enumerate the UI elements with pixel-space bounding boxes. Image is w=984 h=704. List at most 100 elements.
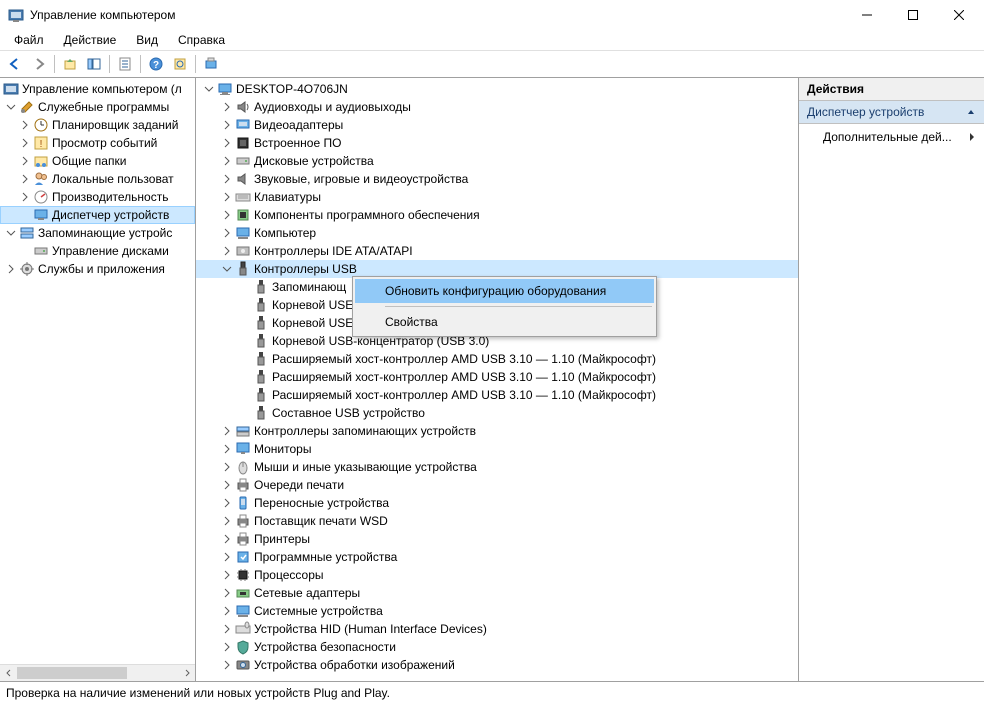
- actions-more[interactable]: Дополнительные дей...: [799, 124, 984, 150]
- device-firmware[interactable]: Встроенное ПО: [196, 134, 798, 152]
- device-sound[interactable]: Звуковые, игровые и видеоустройства: [196, 170, 798, 188]
- scroll-right-button[interactable]: [178, 665, 195, 681]
- console-tree[interactable]: Управление компьютером (л Служебные прог…: [0, 78, 195, 664]
- device-audio[interactable]: Аудиовходы и аудиовыходы: [196, 98, 798, 116]
- device-network[interactable]: Сетевые адаптеры: [196, 584, 798, 602]
- show-hide-tree-button[interactable]: [83, 53, 105, 75]
- tree-device-manager[interactable]: Диспетчер устройств: [0, 206, 195, 224]
- device-video[interactable]: Видеоадаптеры: [196, 116, 798, 134]
- ctx-properties[interactable]: Свойства: [355, 310, 654, 334]
- maximize-button[interactable]: [890, 0, 936, 30]
- device-imaging[interactable]: Устройства обработки изображений: [196, 656, 798, 674]
- device-usb_composite[interactable]: Составное USB устройство: [196, 404, 798, 422]
- refresh-button[interactable]: [169, 53, 191, 75]
- device-software_devices[interactable]: Программные устройства: [196, 548, 798, 566]
- device-printers[interactable]: Принтеры: [196, 530, 798, 548]
- menu-action[interactable]: Действие: [56, 31, 125, 49]
- device-wsd[interactable]: Поставщик печати WSD: [196, 512, 798, 530]
- expand-icon[interactable]: [220, 478, 234, 492]
- menu-view[interactable]: Вид: [128, 31, 166, 49]
- scan-hardware-button[interactable]: [200, 53, 222, 75]
- tree-event-viewer[interactable]: ! Просмотр событий: [0, 134, 195, 152]
- expand-icon[interactable]: [4, 262, 18, 276]
- device-computer_cat[interactable]: Компьютер: [196, 224, 798, 242]
- back-button[interactable]: [4, 53, 26, 75]
- device-disk[interactable]: Дисковые устройства: [196, 152, 798, 170]
- collapse-icon[interactable]: [202, 82, 216, 96]
- scroll-thumb[interactable]: [17, 667, 127, 679]
- context-menu: Обновить конфигурацию оборудования Свойс…: [352, 276, 657, 337]
- expand-icon[interactable]: [18, 190, 32, 204]
- expand-icon[interactable]: [220, 622, 234, 636]
- device-system_devices[interactable]: Системные устройства: [196, 602, 798, 620]
- properties-button[interactable]: [114, 53, 136, 75]
- expand-icon[interactable]: [220, 568, 234, 582]
- ctx-scan-hardware[interactable]: Обновить конфигурацию оборудования: [355, 279, 654, 303]
- scroll-left-button[interactable]: [0, 665, 17, 681]
- device-keyboards[interactable]: Клавиатуры: [196, 188, 798, 206]
- expand-icon[interactable]: [220, 442, 234, 456]
- expand-icon[interactable]: [18, 118, 32, 132]
- expand-icon[interactable]: [220, 424, 234, 438]
- left-scrollbar[interactable]: [0, 664, 195, 681]
- expand-icon[interactable]: [220, 244, 234, 258]
- device-storage_ctrl[interactable]: Контроллеры запоминающих устройств: [196, 422, 798, 440]
- collapse-icon[interactable]: [220, 262, 234, 276]
- hid-icon: [235, 621, 251, 637]
- tree-root[interactable]: Управление компьютером (л: [0, 80, 195, 98]
- device-usb_amd1[interactable]: Расширяемый хост-контроллер AMD USB 3.10…: [196, 350, 798, 368]
- system-icon: [235, 603, 251, 619]
- expand-icon[interactable]: [18, 136, 32, 150]
- tree-storage[interactable]: Запоминающие устройс: [0, 224, 195, 242]
- collapse-icon[interactable]: [4, 100, 18, 114]
- device-tree[interactable]: DESKTOP-4O706JNАудиовходы и аудиовыходыВ…: [196, 78, 798, 676]
- device-computer[interactable]: DESKTOP-4O706JN: [196, 80, 798, 98]
- forward-button[interactable]: [28, 53, 50, 75]
- tree-task-scheduler[interactable]: Планировщик заданий: [0, 116, 195, 134]
- tree-local-users[interactable]: Локальные пользоват: [0, 170, 195, 188]
- tree-system-tools[interactable]: Служебные программы: [0, 98, 195, 116]
- up-button[interactable]: [59, 53, 81, 75]
- expand-icon[interactable]: [220, 550, 234, 564]
- device-hid[interactable]: Устройства HID (Human Interface Devices): [196, 620, 798, 638]
- tree-services-apps[interactable]: Службы и приложения: [0, 260, 195, 278]
- expand-icon[interactable]: [220, 532, 234, 546]
- expand-icon[interactable]: [220, 190, 234, 204]
- device-ide[interactable]: Контроллеры IDE ATA/ATAPI: [196, 242, 798, 260]
- expand-icon[interactable]: [220, 226, 234, 240]
- expand-icon[interactable]: [220, 604, 234, 618]
- expand-icon[interactable]: [220, 658, 234, 672]
- menu-help[interactable]: Справка: [170, 31, 233, 49]
- expand-icon[interactable]: [220, 514, 234, 528]
- expand-icon[interactable]: [220, 154, 234, 168]
- expand-icon[interactable]: [220, 586, 234, 600]
- device-usb_amd2[interactable]: Расширяемый хост-контроллер AMD USB 3.10…: [196, 368, 798, 386]
- close-button[interactable]: [936, 0, 982, 30]
- expand-icon[interactable]: [220, 208, 234, 222]
- expand-icon[interactable]: [220, 496, 234, 510]
- expand-icon[interactable]: [220, 136, 234, 150]
- help-button[interactable]: ?: [145, 53, 167, 75]
- expand-icon[interactable]: [18, 172, 32, 186]
- expand-icon[interactable]: [220, 172, 234, 186]
- actions-section[interactable]: Диспетчер устройств: [799, 101, 984, 124]
- expand-icon[interactable]: [220, 100, 234, 114]
- tree-shared-folders[interactable]: Общие папки: [0, 152, 195, 170]
- expand-icon[interactable]: [18, 154, 32, 168]
- device-usb_amd3[interactable]: Расширяемый хост-контроллер AMD USB 3.10…: [196, 386, 798, 404]
- minimize-button[interactable]: [844, 0, 890, 30]
- device-print_queues[interactable]: Очереди печати: [196, 476, 798, 494]
- tree-disk-mgmt[interactable]: Управление дисками: [0, 242, 195, 260]
- expand-icon[interactable]: [220, 640, 234, 654]
- expand-icon[interactable]: [220, 460, 234, 474]
- device-processors[interactable]: Процессоры: [196, 566, 798, 584]
- expand-icon[interactable]: [220, 118, 234, 132]
- tree-performance[interactable]: Производительность: [0, 188, 195, 206]
- device-portable[interactable]: Переносные устройства: [196, 494, 798, 512]
- device-software_components[interactable]: Компоненты программного обеспечения: [196, 206, 798, 224]
- collapse-icon[interactable]: [4, 226, 18, 240]
- device-mice[interactable]: Мыши и иные указывающие устройства: [196, 458, 798, 476]
- device-security[interactable]: Устройства безопасности: [196, 638, 798, 656]
- device-monitors[interactable]: Мониторы: [196, 440, 798, 458]
- menu-file[interactable]: Файл: [6, 31, 52, 49]
